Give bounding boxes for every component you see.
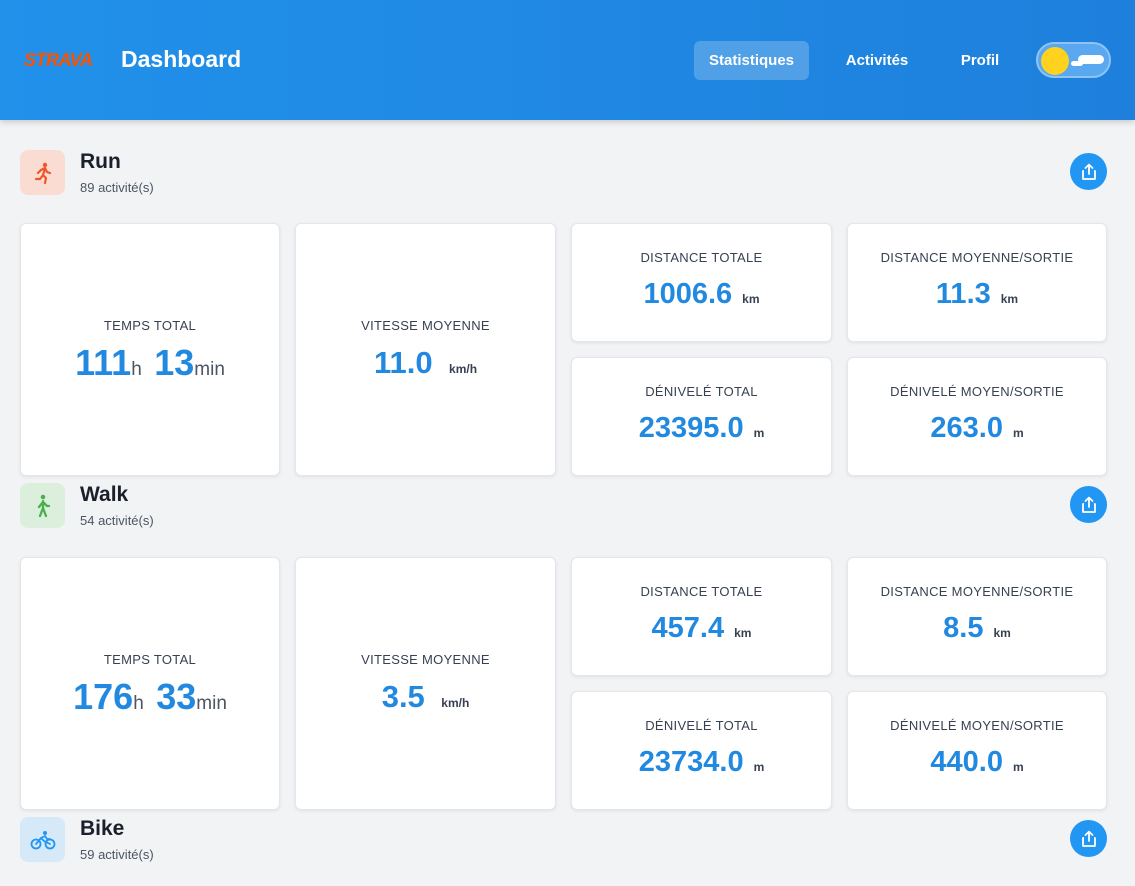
speed-value: 11.0 <box>373 345 433 380</box>
value-row: 23734.0 m <box>572 746 831 779</box>
value-row: 11.3 km <box>848 278 1106 311</box>
distance-unit: km <box>742 292 760 306</box>
share-icon <box>1081 496 1096 513</box>
activity-count: 89 activité(s) <box>80 180 154 195</box>
speed-value-row: 3.5 km/h <box>296 679 555 715</box>
total-elevation-card: DÉNIVELÉ TOTAL 23734.0 m <box>571 691 832 810</box>
page-title: Dashboard <box>121 46 242 72</box>
card-label: DISTANCE MOYENNE/SORTIE <box>880 250 1074 265</box>
time-value: 176h 33min <box>21 676 279 718</box>
activity-count: 59 activité(s) <box>80 847 154 862</box>
time-value: 111h 13min <box>21 342 279 384</box>
value-row: 1006.6 km <box>572 278 831 311</box>
minutes-value: 13 <box>154 342 195 383</box>
share-button[interactable] <box>1070 486 1107 523</box>
strava-logo: STRAVA <box>24 50 93 70</box>
theme-toggle[interactable] <box>1036 42 1111 78</box>
elevation-value: 440.0 <box>930 746 1003 778</box>
hours-value: 176 <box>73 676 134 717</box>
distance-value: 8.5 <box>943 612 984 644</box>
distance-value: 457.4 <box>651 612 725 644</box>
nav-profil[interactable]: Profil <box>945 41 1015 80</box>
average-elevation-card: DÉNIVELÉ MOYEN/SORTIE 440.0 m <box>847 691 1107 810</box>
card-label: DÉNIVELÉ TOTAL <box>645 384 758 399</box>
card-label: DISTANCE TOTALE <box>640 584 763 599</box>
elevation-unit: m <box>753 760 765 774</box>
card-label: DÉNIVELÉ MOYEN/SORTIE <box>890 718 1064 733</box>
elevation-unit: m <box>1012 426 1024 440</box>
average-elevation-card: DÉNIVELÉ MOYEN/SORTIE 263.0 m <box>847 357 1107 476</box>
elevation-unit: m <box>753 426 765 440</box>
distance-value: 1006.6 <box>643 278 733 310</box>
card-label: TEMPS TOTAL <box>103 652 197 667</box>
average-speed-card: VITESSE MOYENNE 3.5 km/h <box>295 557 556 810</box>
bike-icon <box>20 817 65 862</box>
section-walk-header: Walk 54 activité(s) <box>0 483 1135 543</box>
share-icon <box>1081 163 1096 180</box>
value-row: 8.5 km <box>848 612 1106 645</box>
card-label: VITESSE MOYENNE <box>361 652 490 667</box>
value-row: 440.0 m <box>848 746 1106 779</box>
walk-icon <box>20 483 65 528</box>
total-elevation-card: DÉNIVELÉ TOTAL 23395.0 m <box>571 357 832 476</box>
card-label: DISTANCE MOYENNE/SORTIE <box>880 584 1074 599</box>
total-distance-card: DISTANCE TOTALE 457.4 km <box>571 557 832 676</box>
hours-unit: h <box>131 359 142 380</box>
hours-value: 111 <box>75 342 132 383</box>
sun-icon <box>1041 47 1069 75</box>
elevation-value: 263.0 <box>930 412 1003 444</box>
share-icon <box>1081 830 1096 847</box>
speed-unit: km/h <box>441 696 470 710</box>
distance-value: 11.3 <box>935 278 991 310</box>
value-row: 263.0 m <box>848 412 1106 445</box>
app-header: STRAVA Dashboard Statistiques Activités … <box>0 0 1135 120</box>
average-distance-card: DISTANCE MOYENNE/SORTIE 11.3 km <box>847 223 1107 342</box>
nav-activites[interactable]: Activités <box>832 41 922 80</box>
card-label: DÉNIVELÉ MOYEN/SORTIE <box>890 384 1064 399</box>
total-distance-card: DISTANCE TOTALE 1006.6 km <box>571 223 832 342</box>
value-row: 457.4 km <box>572 612 831 645</box>
card-label: TEMPS TOTAL <box>103 318 197 333</box>
nav-statistiques[interactable]: Statistiques <box>694 41 809 80</box>
speed-unit: km/h <box>449 362 478 376</box>
toggle-track-mark <box>1071 61 1083 66</box>
sport-name: Run <box>80 150 121 173</box>
hours-unit: h <box>133 693 144 714</box>
share-button[interactable] <box>1070 153 1107 190</box>
sport-name: Walk <box>80 483 129 506</box>
card-label: DÉNIVELÉ TOTAL <box>645 718 758 733</box>
sport-name: Bike <box>80 817 125 840</box>
distance-unit: km <box>1000 292 1019 306</box>
minutes-unit: min <box>194 359 225 380</box>
activity-count: 54 activité(s) <box>80 513 154 528</box>
minutes-unit: min <box>196 693 227 714</box>
total-time-card: TEMPS TOTAL 176h 33min <box>20 557 280 810</box>
average-speed-card: VITESSE MOYENNE 11.0 km/h <box>295 223 556 476</box>
distance-unit: km <box>734 626 752 640</box>
section-run-header: Run 89 activité(s) <box>0 150 1135 210</box>
card-label: DISTANCE TOTALE <box>640 250 763 265</box>
elevation-value: 23395.0 <box>638 412 744 444</box>
card-label: VITESSE MOYENNE <box>361 318 490 333</box>
section-bike-header: Bike 59 activité(s) <box>0 817 1135 877</box>
speed-value-row: 11.0 km/h <box>296 345 555 381</box>
minutes-value: 33 <box>156 676 197 717</box>
elevation-unit: m <box>1012 760 1024 774</box>
run-icon <box>20 150 65 195</box>
speed-value: 3.5 <box>381 679 425 714</box>
value-row: 23395.0 m <box>572 412 831 445</box>
total-time-card: TEMPS TOTAL 111h 13min <box>20 223 280 476</box>
average-distance-card: DISTANCE MOYENNE/SORTIE 8.5 km <box>847 557 1107 676</box>
elevation-value: 23734.0 <box>638 746 744 778</box>
share-button[interactable] <box>1070 820 1107 857</box>
distance-unit: km <box>993 626 1011 640</box>
